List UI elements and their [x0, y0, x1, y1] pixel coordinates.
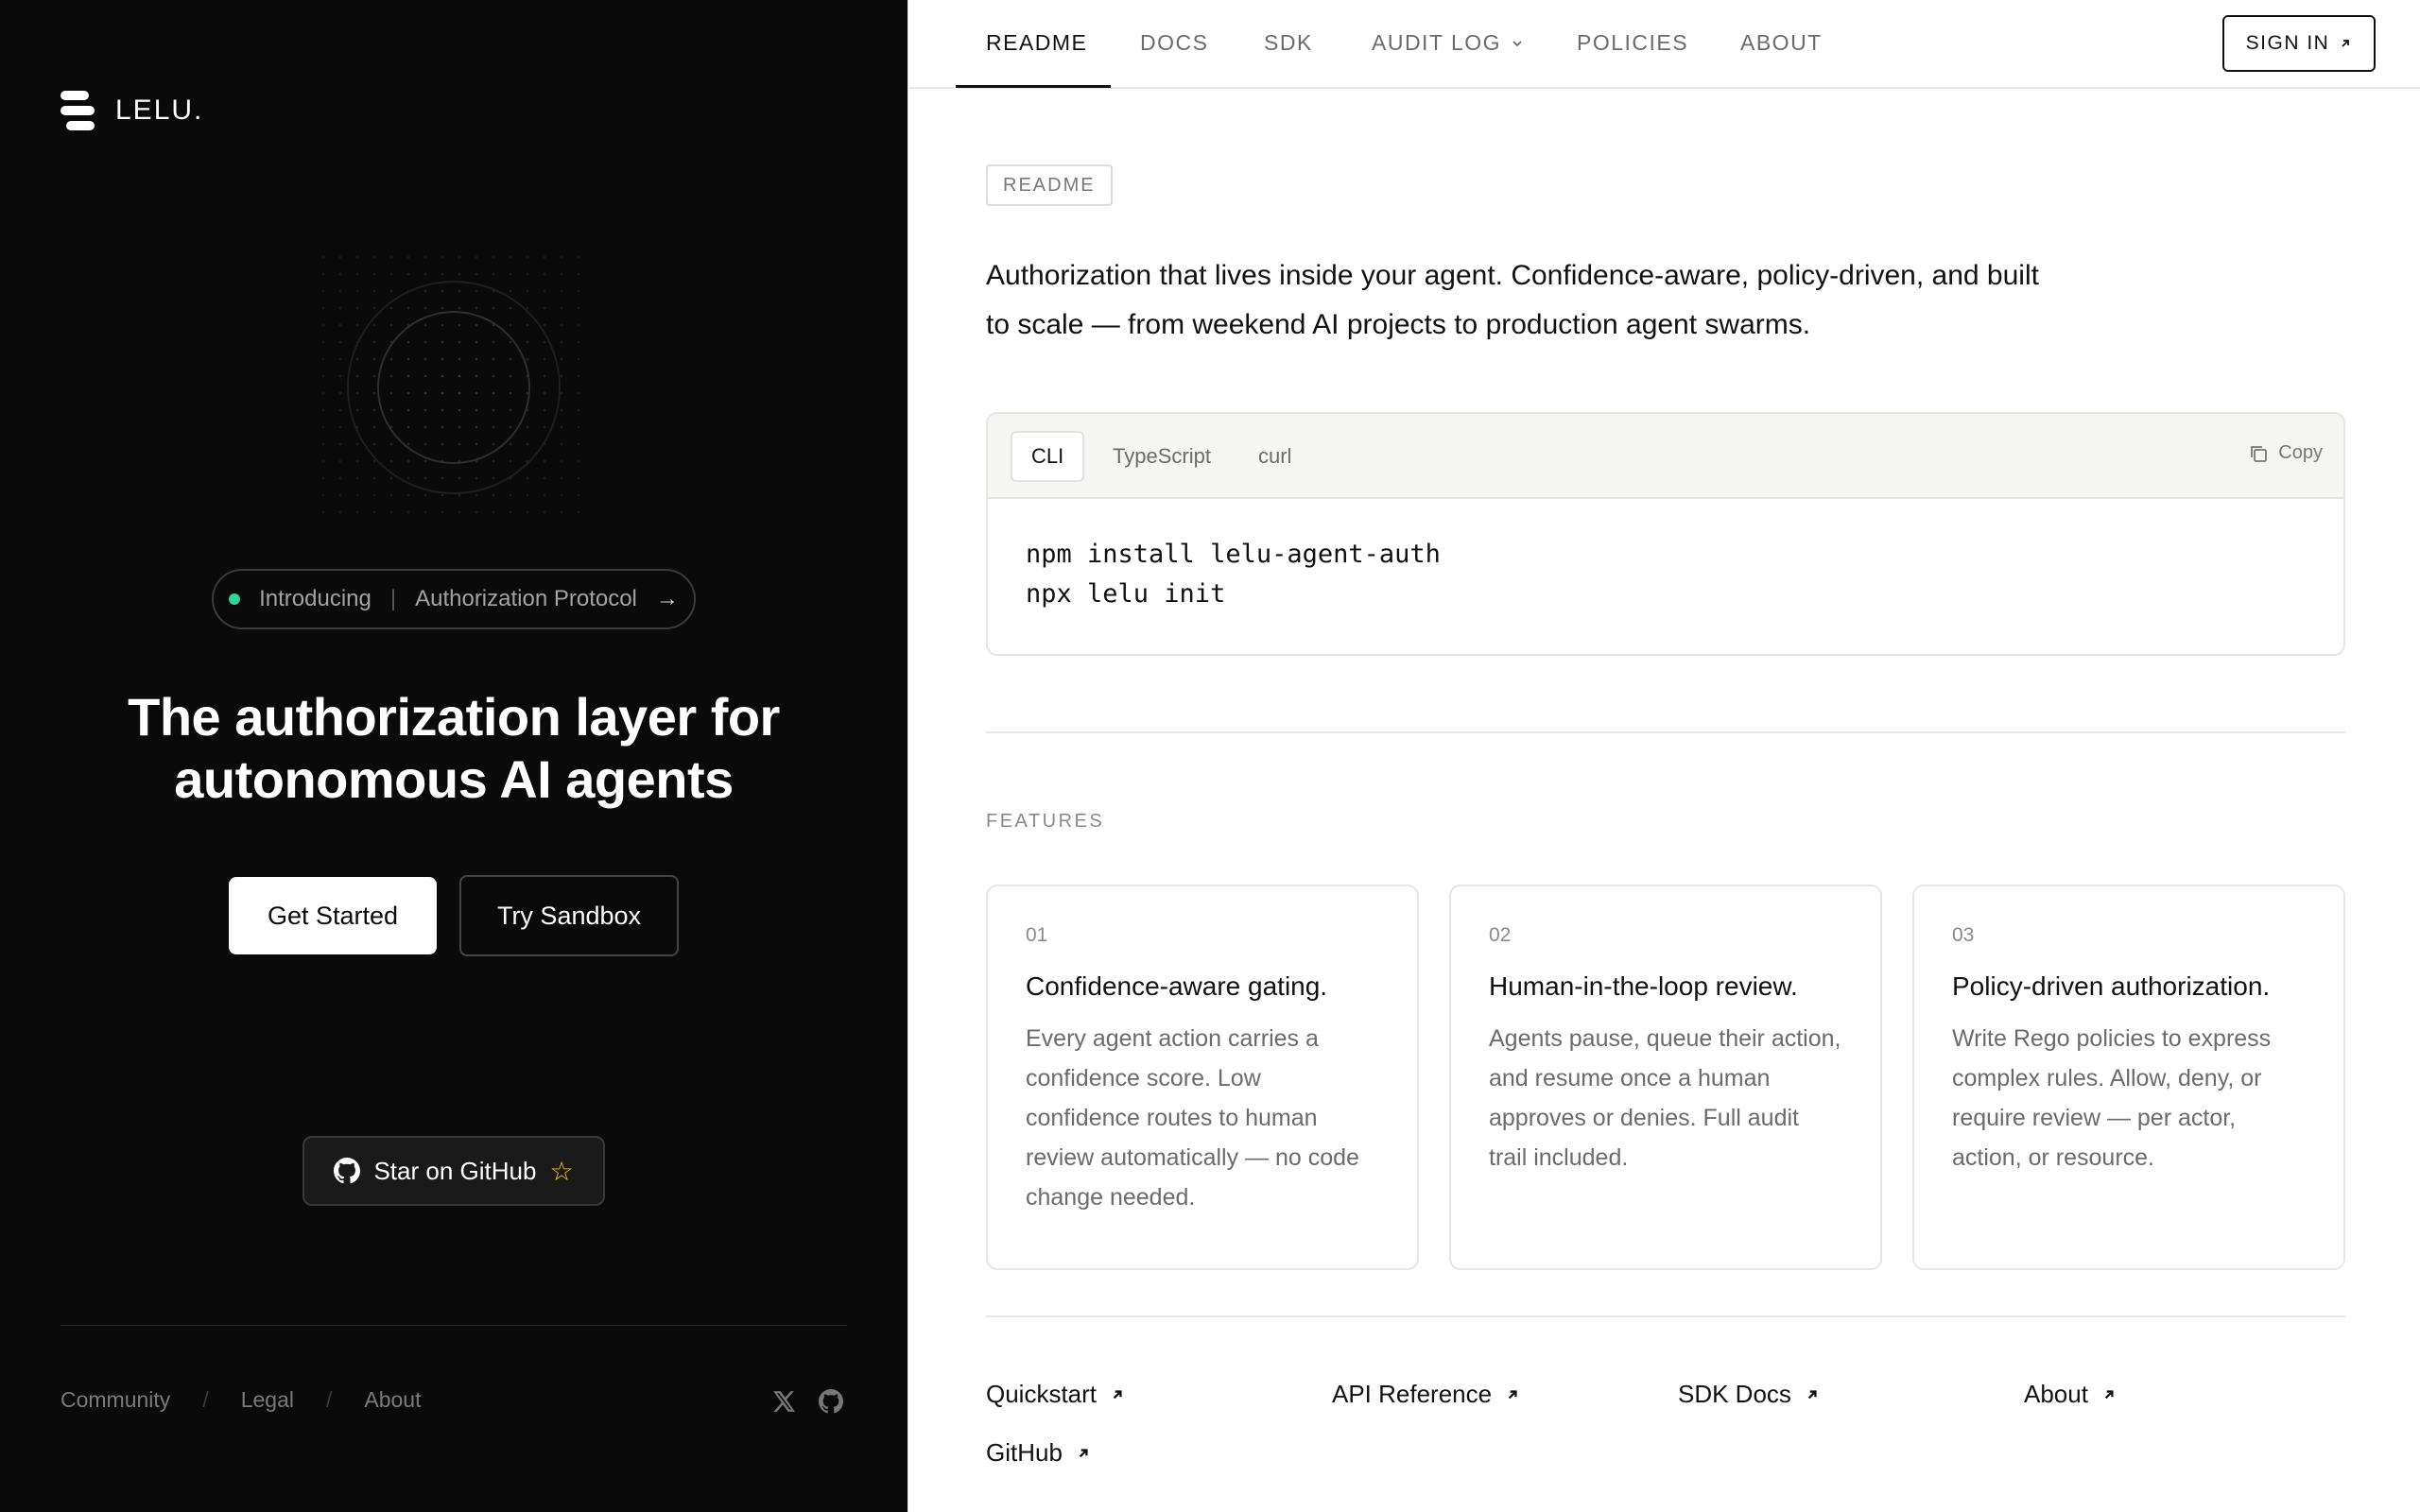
feature-description: Every agent action carries a confidence …	[1026, 1025, 1359, 1211]
copy-icon	[2251, 445, 2268, 462]
get-started-button[interactable]: Get Started	[229, 877, 437, 954]
code-line: npx lelu init	[1026, 579, 1226, 609]
features-heading: FEATURES	[986, 811, 1105, 832]
external-arrow-icon	[1113, 1389, 1122, 1399]
feature-title: Confidence-aware gating.	[1026, 971, 1328, 1001]
api-reference-link[interactable]: API Reference	[1332, 1380, 1520, 1409]
tab-audit-log[interactable]: AUDIT LOG	[1372, 30, 1524, 56]
sdk-docs-label: SDK Docs	[1678, 1380, 1791, 1408]
brand-name: LELU.	[115, 94, 204, 126]
active-tab-indicator	[956, 85, 1111, 88]
status-dot-icon	[229, 593, 241, 605]
footer-separator: /	[325, 1387, 333, 1412]
external-arrow-icon	[1508, 1389, 1517, 1399]
code-tab-typescript[interactable]: TypeScript	[1094, 431, 1230, 482]
feature-description: Agents pause, queue their action, and re…	[1489, 1025, 1841, 1171]
footer-link-about[interactable]: About	[364, 1387, 421, 1413]
feature-description: Write Rego policies to express complex r…	[1952, 1025, 2272, 1171]
footer-divider	[986, 1315, 2345, 1317]
sign-in-button[interactable]: SIGN IN	[2222, 15, 2376, 72]
star-on-github-button[interactable]: Star on GitHub ☆	[302, 1136, 605, 1206]
tab-audit-log-label: AUDIT LOG	[1372, 30, 1502, 55]
footer-link-community[interactable]: Community	[60, 1387, 170, 1413]
github-icon	[334, 1158, 361, 1184]
about-link[interactable]: About	[2024, 1380, 2117, 1409]
social-links	[771, 1389, 843, 1414]
dot-grid-circle-decoration	[321, 255, 586, 520]
tab-policies[interactable]: POLICIES	[1577, 30, 1688, 56]
arrow-right-icon: →	[655, 586, 679, 611]
readme-intro: Authorization that lives inside your age…	[986, 251, 2120, 350]
tab-about[interactable]: ABOUT	[1740, 30, 1823, 56]
github-cta-label: Star on GitHub	[373, 1156, 537, 1185]
tab-sdk[interactable]: SDK	[1264, 30, 1313, 56]
copy-label: Copy	[2278, 442, 2323, 463]
feature-number: 01	[1026, 924, 1048, 946]
left-footer-links: Community / Legal / About	[60, 1387, 421, 1413]
feature-card: 02 Human-in-the-loop review. Agents paus…	[1449, 885, 1882, 1270]
feature-title: Human-in-the-loop review.	[1489, 971, 1798, 1001]
left-footer-divider	[60, 1325, 847, 1326]
feature-title: Policy-driven authorization.	[1952, 971, 2271, 1001]
code-line: npm install lelu-agent-auth	[1026, 540, 1441, 569]
external-arrow-icon	[2104, 1389, 2114, 1399]
external-arrow-icon	[2342, 40, 2350, 47]
code-tab-curl[interactable]: curl	[1239, 431, 1310, 482]
tab-readme[interactable]: README	[986, 30, 1087, 56]
brand-logo[interactable]: LELU.	[60, 91, 203, 130]
github-link[interactable]: GitHub	[986, 1438, 1091, 1468]
chevron-down-icon	[1512, 40, 1522, 46]
star-icon: ☆	[549, 1156, 574, 1186]
feature-card: 01 Confidence-aware gating. Every agent …	[986, 885, 1419, 1270]
x-twitter-icon[interactable]	[771, 1389, 796, 1414]
logo-icon	[60, 91, 95, 130]
pill-tag: Introducing	[259, 586, 372, 611]
hero-title: The authorization layer for autonomous A…	[76, 686, 832, 811]
github-icon[interactable]	[819, 1389, 843, 1414]
hero-title-line1: The authorization layer for	[128, 687, 780, 747]
top-navigation: README DOCS SDK AUDIT LOG POLICIES ABOUT…	[908, 0, 2420, 89]
intro-line2: to scale — from weekend AI projects to p…	[986, 309, 1811, 340]
readme-badge: README	[986, 164, 1113, 206]
try-sandbox-button[interactable]: Try Sandbox	[459, 875, 679, 956]
content-panel: README DOCS SDK AUDIT LOG POLICIES ABOUT…	[908, 0, 2420, 1512]
announcement-pill[interactable]: Introducing | Authorization Protocol →	[212, 569, 696, 629]
hero-title-line2: autonomous AI agents	[174, 749, 734, 809]
footer-link-legal[interactable]: Legal	[241, 1387, 294, 1413]
install-code-block: CLI TypeScript curl Copy npm install lel…	[986, 412, 2345, 656]
footer-separator: /	[202, 1387, 209, 1412]
github-label: GitHub	[986, 1438, 1063, 1467]
pill-text: Authorization Protocol	[415, 586, 637, 611]
code-tabs-bar: CLI TypeScript curl Copy	[988, 414, 2343, 499]
quickstart-label: Quickstart	[986, 1380, 1098, 1408]
copy-button[interactable]: Copy	[2248, 442, 2323, 464]
hero-panel: LELU. Introducing | Authorization Protoc…	[0, 0, 908, 1512]
section-divider	[986, 731, 2345, 733]
external-arrow-icon	[1079, 1448, 1088, 1457]
code-tab-cli[interactable]: CLI	[1011, 431, 1085, 482]
sdk-docs-link[interactable]: SDK Docs	[1678, 1380, 1820, 1409]
code-content[interactable]: npm install lelu-agent-auth npx lelu ini…	[988, 499, 2343, 650]
feature-number: 02	[1489, 924, 1512, 946]
pill-divider: |	[389, 586, 397, 611]
sign-in-label: SIGN IN	[2245, 32, 2330, 54]
feature-card: 03 Policy-driven authorization. Write Re…	[1912, 885, 2345, 1270]
external-arrow-icon	[1807, 1389, 1817, 1399]
api-reference-label: API Reference	[1332, 1380, 1493, 1408]
feature-number: 03	[1952, 924, 1975, 946]
intro-line1: Authorization that lives inside your age…	[986, 260, 2039, 291]
quickstart-link[interactable]: Quickstart	[986, 1380, 1125, 1409]
tab-docs[interactable]: DOCS	[1140, 30, 1208, 56]
about-label: About	[2024, 1380, 2088, 1408]
